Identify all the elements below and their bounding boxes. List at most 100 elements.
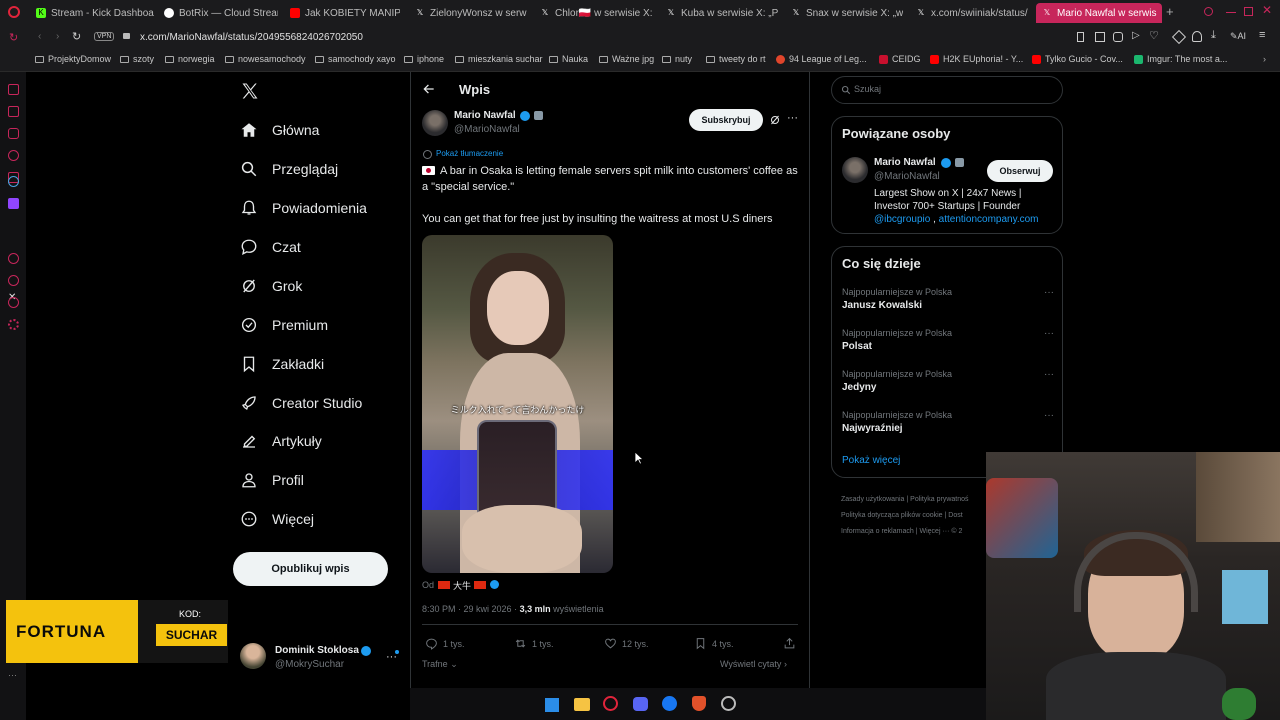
close-window-button[interactable]: ✕ bbox=[1262, 3, 1272, 17]
chatbot-icon[interactable] bbox=[8, 128, 19, 139]
post-button[interactable]: Opublikuj wpis bbox=[233, 552, 388, 586]
footer-link[interactable]: Polityka dotycząca plików cookie bbox=[841, 512, 943, 519]
search-tabs-icon[interactable] bbox=[1204, 7, 1213, 16]
browser-tab[interactable]: K Stream - Kick Dashboard bbox=[36, 3, 154, 23]
back-arrow-icon[interactable] bbox=[422, 82, 436, 96]
bookmark-link[interactable]: Imgur: The most a... bbox=[1134, 54, 1227, 64]
nav-item-notifications[interactable]: Powiadomienia bbox=[240, 193, 367, 223]
play-icon[interactable]: ▷ bbox=[1132, 30, 1140, 41]
author-name[interactable]: Mario Nawfal bbox=[454, 110, 516, 121]
windows-start-icon[interactable] bbox=[544, 697, 559, 712]
bookmark-link[interactable]: H2K EUphoria! - Y... bbox=[930, 54, 1023, 64]
shop-icon[interactable] bbox=[8, 106, 19, 117]
opera-gx-icon[interactable] bbox=[603, 696, 618, 711]
post-more-icon[interactable]: ··· bbox=[787, 112, 798, 124]
more-options-icon[interactable]: ··· bbox=[8, 670, 17, 680]
account-switcher[interactable]: Dominik Stoklosa @MokrySuchar ··· bbox=[240, 643, 400, 675]
browser-tab[interactable]: 𝕏 ZielonyWonsz w serwisie bbox=[415, 3, 527, 23]
sort-replies-dropdown[interactable]: Trafne ⌄ bbox=[422, 659, 458, 670]
related-handle[interactable]: @MarioNawfal bbox=[874, 171, 940, 182]
show-more-link[interactable]: Pokaż więcej bbox=[842, 455, 900, 466]
bookmark-folder[interactable]: samochody xayo bbox=[315, 54, 396, 64]
footer-link[interactable]: Więcej ··· bbox=[920, 528, 950, 535]
gear-icon[interactable] bbox=[8, 319, 19, 330]
subscribe-button[interactable]: Subskrybuj bbox=[689, 109, 763, 131]
view-quotes-link[interactable]: Wyświetl cytaty › bbox=[720, 659, 787, 669]
messenger-icon[interactable] bbox=[8, 150, 19, 161]
brave-icon[interactable] bbox=[692, 696, 706, 711]
footer-link[interactable]: Polityka prywatnoś bbox=[910, 496, 968, 503]
bio-link[interactable]: @ibcgroupio bbox=[874, 214, 930, 225]
show-translation-link[interactable]: Pokaż tłumaczenie bbox=[436, 149, 503, 158]
clock-icon[interactable] bbox=[8, 275, 19, 286]
bookmark-folder[interactable]: nowesamochody bbox=[225, 54, 306, 64]
bookmark-folder[interactable]: Ważne jpg bbox=[599, 54, 654, 64]
nav-item-chat[interactable]: Czat bbox=[240, 232, 301, 262]
footer-link[interactable]: Zasady użytkowania bbox=[841, 496, 904, 503]
bookmark-link[interactable]: 94 League of Leg... bbox=[776, 54, 867, 64]
facebook-icon[interactable] bbox=[662, 696, 677, 711]
history-icon[interactable] bbox=[8, 253, 19, 264]
nav-item-bookmarks[interactable]: Zakładki bbox=[240, 349, 324, 379]
author-avatar[interactable] bbox=[422, 110, 448, 136]
bookmark-folder[interactable]: nuty bbox=[662, 54, 692, 64]
account-more-icon[interactable]: ··· bbox=[386, 651, 397, 663]
new-tab-button[interactable]: + bbox=[1166, 4, 1174, 19]
maximize-button[interactable] bbox=[1244, 7, 1253, 16]
adblock-icon[interactable] bbox=[1113, 32, 1123, 42]
bookmark-folder[interactable]: ProjektyDomow bbox=[35, 54, 111, 64]
trend-item[interactable]: Najpopularniejsze w Polska Janusz Kowals… bbox=[842, 287, 1054, 311]
bookmark-folder[interactable]: norwegia bbox=[165, 54, 215, 64]
browser-tab[interactable]: 𝕏 Kuba w serwisie X: „Pasu bbox=[666, 3, 778, 23]
trend-item[interactable]: Najpopularniejsze w Polska Najwyraźniej … bbox=[842, 410, 1054, 434]
nav-item-articles[interactable]: Artykuły bbox=[240, 426, 322, 456]
footer-link[interactable]: Informacja o reklamach bbox=[841, 528, 914, 535]
bookmark-folder[interactable]: iphone bbox=[404, 54, 444, 64]
trend-more-icon[interactable]: ··· bbox=[1044, 410, 1054, 421]
x-logo-icon[interactable] bbox=[240, 81, 260, 101]
follow-button[interactable]: Obserwuj bbox=[987, 160, 1053, 182]
reload-icon[interactable]: ↻ bbox=[72, 30, 81, 43]
nav-item-creator-studio[interactable]: Creator Studio bbox=[240, 388, 362, 418]
nav-item-profile[interactable]: Profil bbox=[240, 465, 304, 495]
ai-icon[interactable]: ✎AI bbox=[1230, 31, 1246, 42]
bio-link[interactable]: attentioncompany.com bbox=[939, 214, 1039, 225]
account-icon[interactable] bbox=[1192, 31, 1202, 42]
bookmarks-overflow-icon[interactable]: › bbox=[1263, 54, 1266, 64]
trend-more-icon[interactable]: ··· bbox=[1044, 287, 1054, 298]
trend-item[interactable]: Najpopularniejsze w Polska Polsat ··· bbox=[842, 328, 1054, 352]
minimize-button[interactable] bbox=[1226, 12, 1236, 13]
opera-logo-icon[interactable] bbox=[8, 6, 20, 18]
bookmark-folder[interactable]: Nauka bbox=[549, 54, 588, 64]
chatgpt-icon[interactable] bbox=[8, 176, 19, 187]
browser-tab[interactable]: Jak KOBIETY MANIPULU... bbox=[290, 3, 400, 23]
related-name[interactable]: Mario Nawfal bbox=[874, 157, 936, 168]
repost-button[interactable]: 1 tys. bbox=[514, 637, 554, 650]
sidebar-toggle-icon[interactable]: ↻ bbox=[9, 31, 18, 44]
nav-item-grok[interactable]: Grok bbox=[240, 271, 302, 301]
extensions-icon[interactable] bbox=[1171, 29, 1187, 45]
author-handle[interactable]: @MarioNawfal bbox=[454, 124, 520, 135]
settings-app-icon[interactable] bbox=[721, 696, 736, 711]
bookmark-link[interactable]: Tylko Gucio - Cov... bbox=[1032, 54, 1123, 64]
home-panel-icon[interactable] bbox=[8, 84, 19, 95]
browser-tab[interactable]: BotRix — Cloud Streaming bbox=[164, 3, 278, 23]
share-button[interactable] bbox=[783, 637, 801, 650]
messages-icon[interactable] bbox=[8, 297, 19, 308]
bookmark-button[interactable]: 4 tys. bbox=[694, 637, 734, 650]
source-name[interactable]: 大牛 bbox=[453, 579, 471, 592]
url-text[interactable]: x.com/MarioNawfal/status/204955682402670… bbox=[140, 32, 363, 43]
nav-item-premium[interactable]: Premium bbox=[240, 310, 328, 340]
discord-icon[interactable] bbox=[633, 697, 648, 711]
trend-item[interactable]: Najpopularniejsze w Polska Jedyny ··· bbox=[842, 369, 1054, 393]
post-video[interactable]: ミルク入れてって言わんかったけ bbox=[422, 235, 613, 573]
search-input[interactable]: Szukaj bbox=[831, 76, 1063, 104]
like-button[interactable]: 12 tys. bbox=[604, 637, 649, 650]
twitch-icon[interactable] bbox=[8, 198, 19, 209]
bookmark-page-icon[interactable] bbox=[1077, 32, 1084, 42]
menu-icon[interactable]: ≡ bbox=[1259, 29, 1265, 41]
footer-link[interactable]: Dost bbox=[948, 512, 962, 519]
nav-item-more[interactable]: Więcej bbox=[240, 504, 314, 534]
bookmark-folder[interactable]: szoty bbox=[120, 54, 154, 64]
download-icon[interactable]: ⤓ bbox=[1211, 29, 1216, 42]
